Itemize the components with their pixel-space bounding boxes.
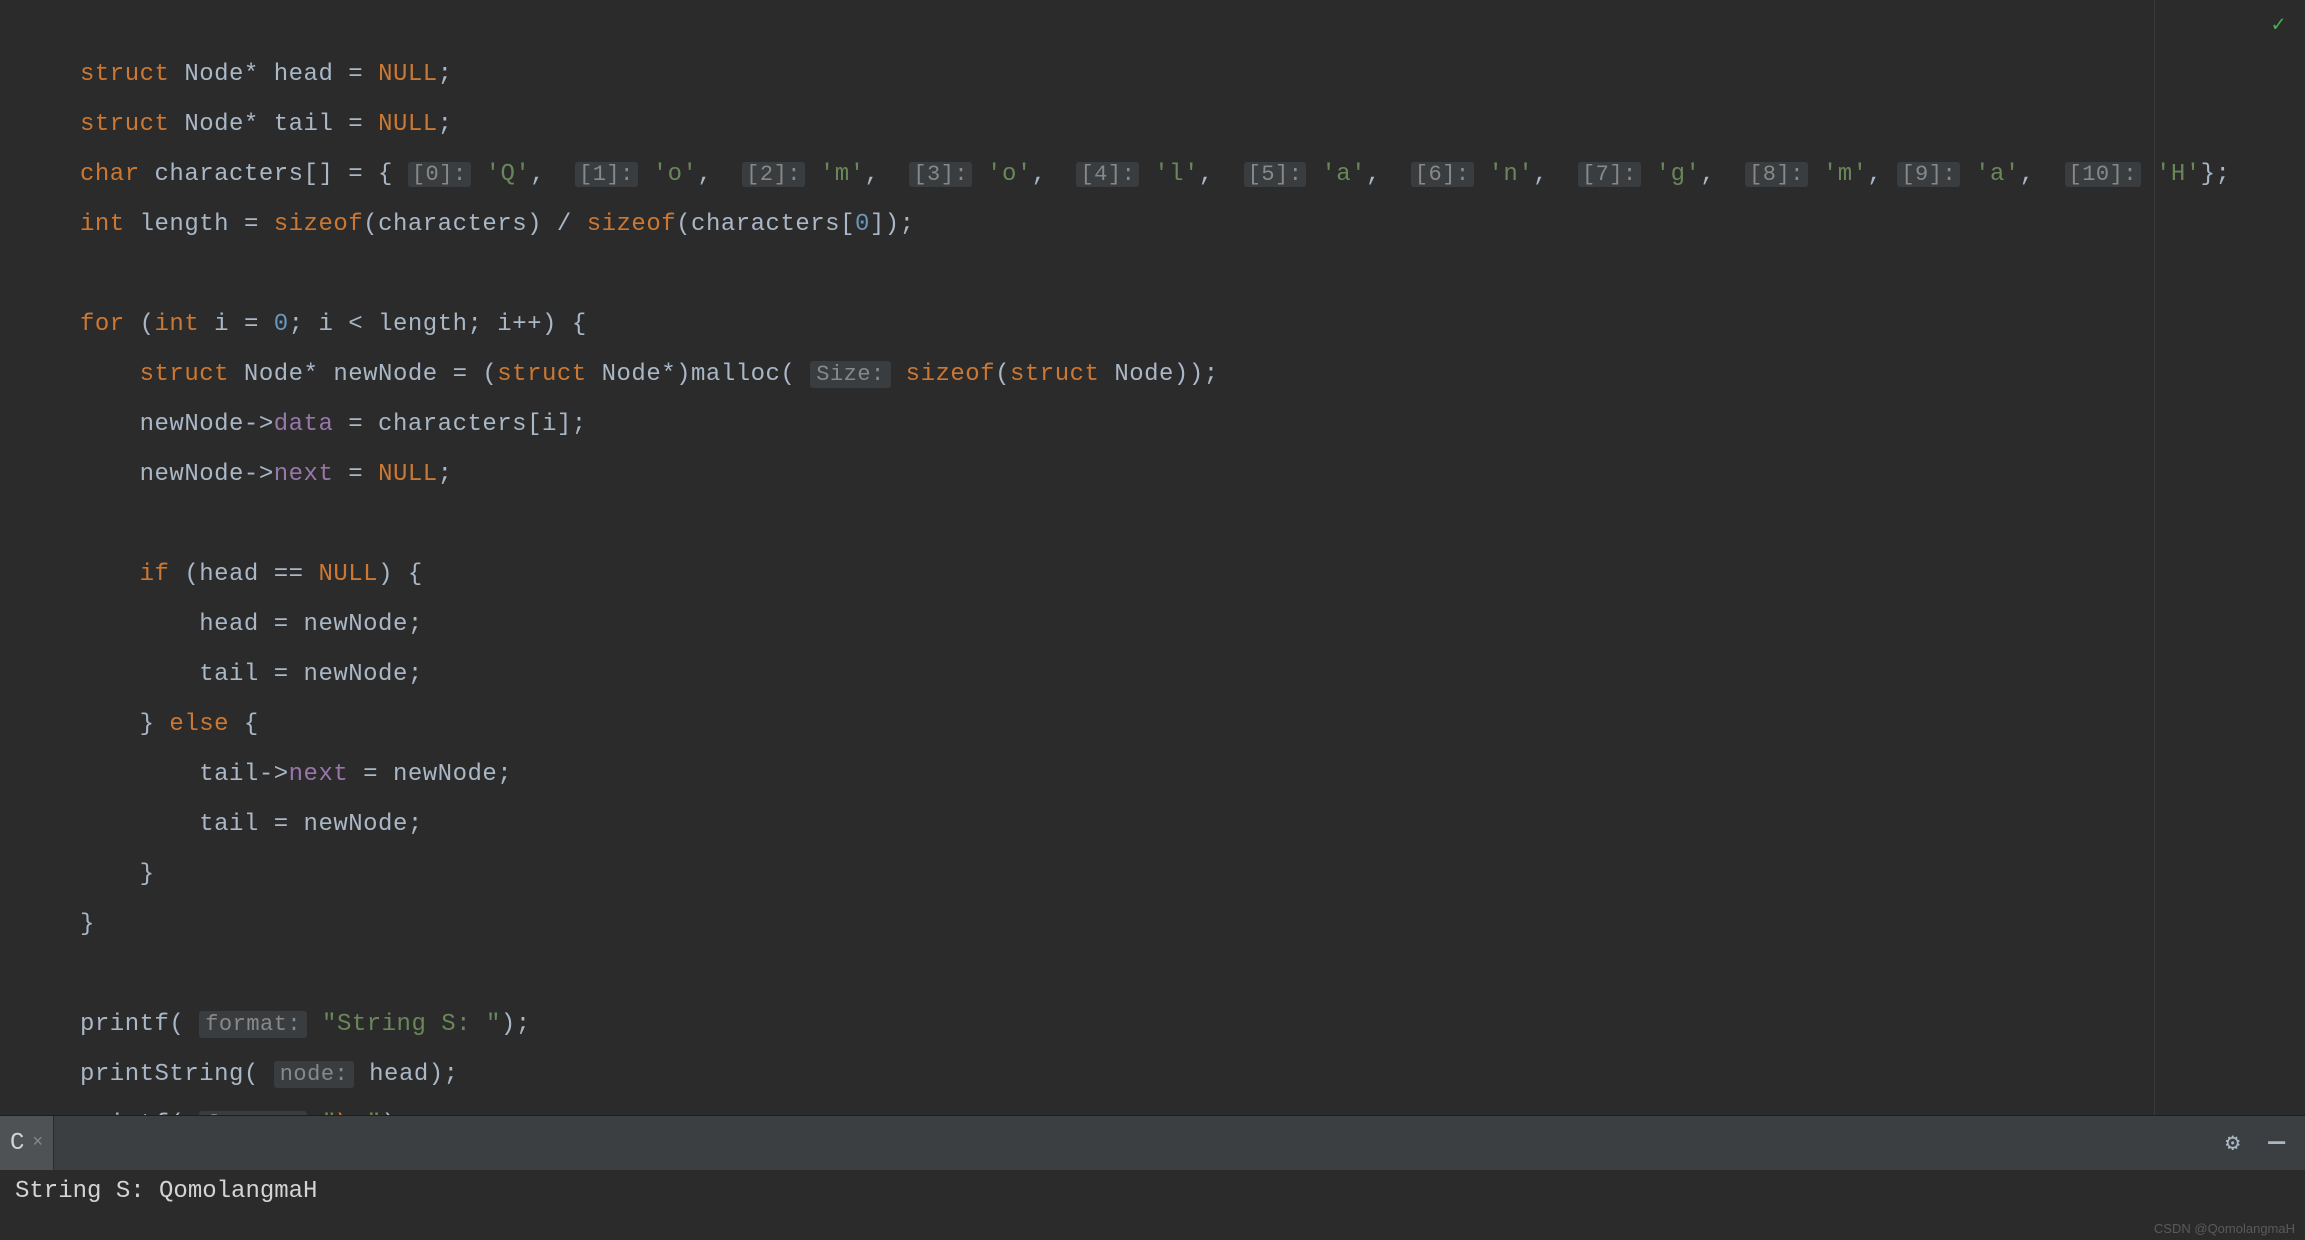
close-icon[interactable]: × — [32, 1133, 43, 1153]
code-line — [80, 261, 95, 288]
code-line: char characters[] = { [0]: 'Q', [1]: 'o'… — [80, 161, 2230, 188]
code-line: } — [80, 861, 155, 888]
minimize-icon[interactable]: — — [2268, 1128, 2285, 1159]
code-line: } else { — [80, 711, 259, 738]
tab-label: C — [10, 1130, 24, 1157]
console-output-line: String S: QomolangmaH — [15, 1178, 317, 1205]
code-line: newNode->data = characters[i]; — [80, 411, 587, 438]
code-line: struct Node* newNode = (struct Node*)mal… — [80, 361, 1219, 388]
console-tab[interactable]: C × — [0, 1116, 54, 1170]
code-line: printString( node: head); — [80, 1061, 459, 1088]
code-editor[interactable]: ✓ struct Node* head = NULL; struct Node*… — [0, 0, 2305, 1115]
code-line: int length = sizeof(characters) / sizeof… — [80, 211, 915, 238]
watermark-text: CSDN @QomolangmaH — [2154, 1221, 2295, 1236]
code-line: } — [80, 911, 95, 938]
code-line: printf( format: "String S: "); — [80, 1011, 531, 1038]
code-line — [80, 511, 95, 538]
code-line: tail = newNode; — [80, 811, 423, 838]
code-line — [80, 961, 95, 988]
code-line: tail = newNode; — [80, 661, 423, 688]
console-tab-bar: C × ⚙ — — [0, 1115, 2305, 1170]
status-ok-icon: ✓ — [2272, 12, 2285, 38]
code-line: tail->next = newNode; — [80, 761, 512, 788]
code-line: struct Node* head = NULL; — [80, 61, 453, 88]
code-line: head = newNode; — [80, 611, 423, 638]
gear-icon[interactable]: ⚙ — [2226, 1128, 2240, 1158]
code-line: if (head == NULL) { — [80, 561, 423, 588]
code-line: for (int i = 0; i < length; i++) { — [80, 311, 587, 338]
margin-line — [2154, 0, 2155, 1115]
code-content[interactable]: struct Node* head = NULL; struct Node* t… — [0, 0, 2305, 1115]
code-line: newNode->next = NULL; — [80, 461, 453, 488]
code-line: struct Node* tail = NULL; — [80, 111, 453, 138]
console-output-panel[interactable]: String S: QomolangmaH — [0, 1170, 2305, 1240]
